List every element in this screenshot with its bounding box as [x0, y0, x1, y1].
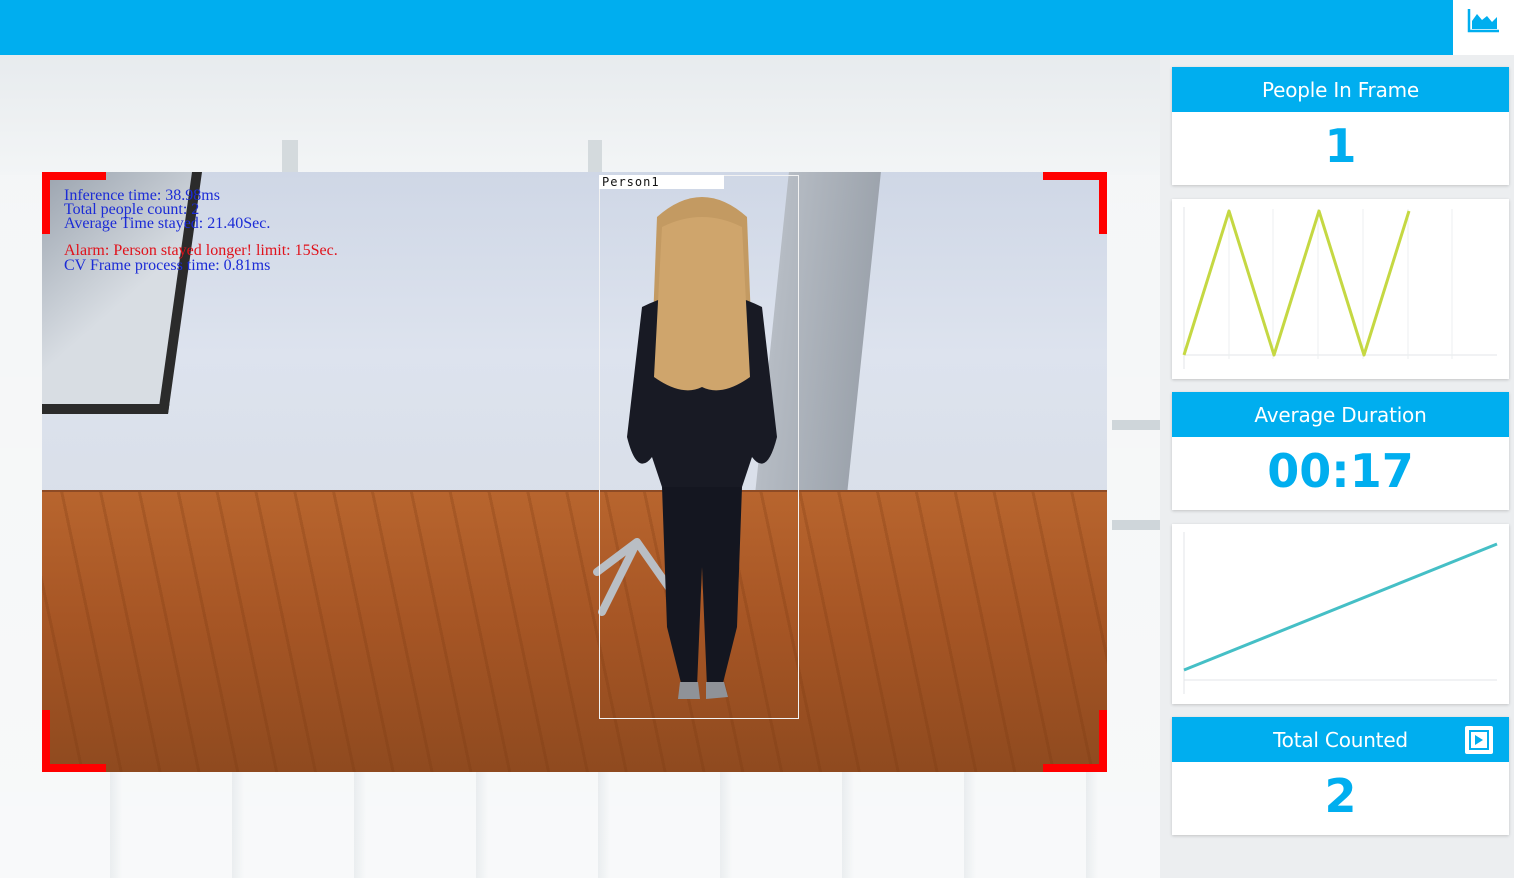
chart-series-line: [1183, 542, 1498, 672]
stats-sidebar: People In Frame 1 Average Duration 00:17…: [1160, 55, 1514, 878]
office-ceiling: [0, 55, 1160, 175]
people-in-frame-card: People In Frame 1: [1172, 67, 1509, 185]
chart-series-line: [1182, 209, 1411, 357]
overlay-cv-frame-time: CV Frame process time: 0.81ms: [64, 257, 271, 274]
feed-floor: [42, 492, 1107, 772]
average-duration-chart: [1183, 532, 1498, 694]
chart-toggle-button[interactable]: [1453, 0, 1514, 55]
total-counted-value: 2: [1324, 769, 1357, 823]
average-duration-card: Average Duration 00:17: [1172, 392, 1509, 510]
people-in-frame-value: 1: [1324, 119, 1357, 173]
background-pillar: [282, 140, 298, 172]
total-counted-header: Total Counted: [1172, 717, 1509, 762]
camera-feed: Person1 Inference time: 38.98ms Total pe…: [42, 172, 1107, 772]
alarm-corner-bottom-left: [42, 710, 106, 772]
detection-box: [599, 175, 799, 719]
alarm-corner-top-left: [42, 172, 106, 234]
average-duration-chart-card: [1172, 524, 1509, 704]
background-shelf: [1112, 420, 1160, 430]
people-in-frame-chart: [1182, 207, 1497, 369]
total-counted-title: Total Counted: [1273, 727, 1408, 752]
background-shelf: [1112, 520, 1160, 530]
people-in-frame-title: People In Frame: [1172, 67, 1509, 112]
background-pillar: [588, 140, 602, 172]
play-icon: [1469, 730, 1489, 750]
alarm-corner-bottom-right: [1043, 710, 1107, 772]
people-in-frame-chart-card: [1172, 199, 1509, 379]
play-button[interactable]: [1465, 726, 1493, 754]
top-bar: [0, 0, 1453, 55]
area-chart-icon: [1467, 9, 1499, 33]
detection-label: Person1: [599, 175, 724, 189]
average-duration-title: Average Duration: [1172, 392, 1509, 437]
average-duration-value: 00:17: [1267, 444, 1414, 498]
total-counted-card: Total Counted 2: [1172, 717, 1509, 835]
alarm-corner-top-right: [1043, 172, 1107, 234]
overlay-alarm: Alarm: Person stayed longer! limit: 15Se…: [64, 242, 338, 259]
